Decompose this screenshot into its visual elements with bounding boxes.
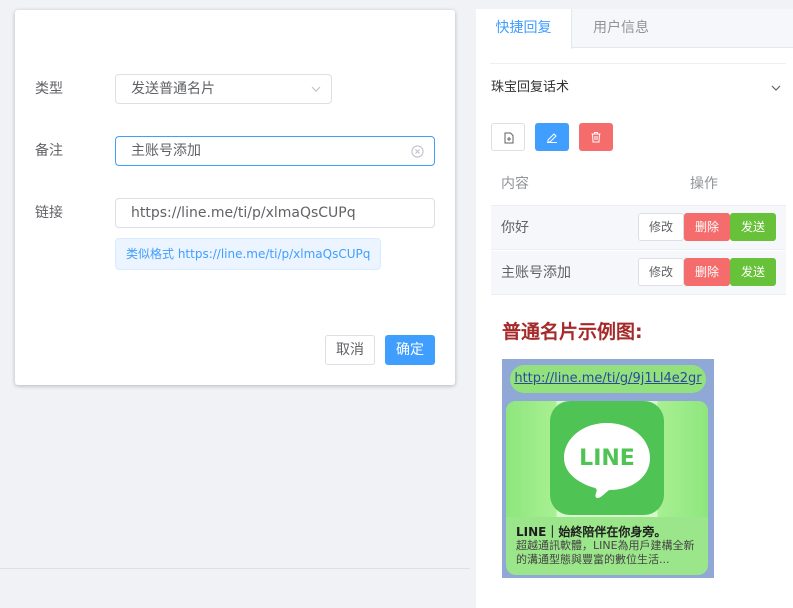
trash-icon <box>591 132 601 143</box>
add-reply-button[interactable] <box>491 123 525 151</box>
type-label: 类型 <box>35 81 63 97</box>
cancel-button[interactable]: 取消 <box>325 335 375 365</box>
link-input-value: https://line.me/ti/p/xlmaQsCUPq <box>131 205 356 221</box>
chevron-down-icon <box>771 85 781 91</box>
modify-button[interactable]: 修改 <box>638 213 684 241</box>
divider <box>490 63 786 64</box>
row-content: 主账号添加 <box>501 265 571 281</box>
delete-button[interactable] <box>579 123 613 151</box>
tab-quick-reply[interactable]: 快捷回复 <box>476 9 572 49</box>
chevron-down-icon <box>311 86 321 92</box>
line-card: LINE LINE｜始終陪伴在你身旁。 超越通訊軟體，LINE為用戶建構全新的溝… <box>506 401 708 575</box>
card-description: 超越通訊軟體，LINE為用戶建構全新的溝通型態與豐富的數位生活... <box>516 539 695 566</box>
note-input[interactable]: 主账号添加 <box>115 136 435 166</box>
document-add-icon <box>504 132 514 144</box>
dialog: 类型 发送普通名片 备注 主账号添加 链接 https://line.me/ti… <box>15 10 455 385</box>
right-panel: 快捷回复 用户信息 珠宝回复话术 内容 操作 你好 修改 删除 发送 主账号添加… <box>476 9 793 608</box>
row-delete-button[interactable]: 删除 <box>684 258 730 286</box>
link-input[interactable]: https://line.me/ti/p/xlmaQsCUPq <box>115 198 435 228</box>
link-row: 链接 https://line.me/ti/p/xlmaQsCUPq <box>15 198 455 230</box>
table-row: 你好 修改 删除 发送 <box>491 206 786 250</box>
send-button[interactable]: 发送 <box>730 213 776 241</box>
edit-icon <box>547 133 557 143</box>
note-input-value: 主账号添加 <box>131 143 201 159</box>
header-actions: 操作 <box>690 176 718 192</box>
type-row: 类型 发送普通名片 <box>15 74 455 106</box>
header-content: 内容 <box>501 176 529 192</box>
line-logo: LINE <box>550 401 664 515</box>
tab-user-info[interactable]: 用户信息 <box>572 9 670 48</box>
clear-icon[interactable] <box>411 145 424 158</box>
row-content: 你好 <box>501 220 529 236</box>
modify-button[interactable]: 修改 <box>638 258 684 286</box>
edit-button[interactable] <box>535 123 569 151</box>
table-header: 内容 操作 <box>491 162 786 206</box>
line-logo-text: LINE <box>579 446 635 471</box>
link-hint: 类似格式 https://line.me/ti/p/xlmaQsCUPq <box>115 238 382 270</box>
divider <box>0 568 470 569</box>
link-label: 链接 <box>35 205 63 221</box>
note-label: 备注 <box>35 143 63 159</box>
confirm-button[interactable]: 确定 <box>385 335 435 365</box>
send-button[interactable]: 发送 <box>730 258 776 286</box>
reply-group-value: 珠宝回复话术 <box>491 80 570 95</box>
reply-group-select[interactable]: 珠宝回复话术 <box>491 75 781 101</box>
tabs: 快捷回复 用户信息 <box>476 9 793 49</box>
example-url: http://line.me/ti/g/9j1Ll4e2gr <box>510 365 706 393</box>
note-row: 备注 主账号添加 <box>15 136 455 168</box>
card-banner: LINE <box>506 401 708 517</box>
type-select[interactable]: 发送普通名片 <box>115 74 332 104</box>
example-title: 普通名片示例图: <box>502 321 643 343</box>
card-title: LINE｜始終陪伴在你身旁。 <box>516 525 667 539</box>
row-delete-button[interactable]: 删除 <box>684 213 730 241</box>
line-logo-icon: LINE <box>564 423 650 498</box>
example-image: http://line.me/ti/g/9j1Ll4e2gr LINE LINE… <box>502 359 714 578</box>
table-row: 主账号添加 修改 删除 发送 <box>491 251 786 295</box>
type-select-value: 发送普通名片 <box>131 81 215 97</box>
